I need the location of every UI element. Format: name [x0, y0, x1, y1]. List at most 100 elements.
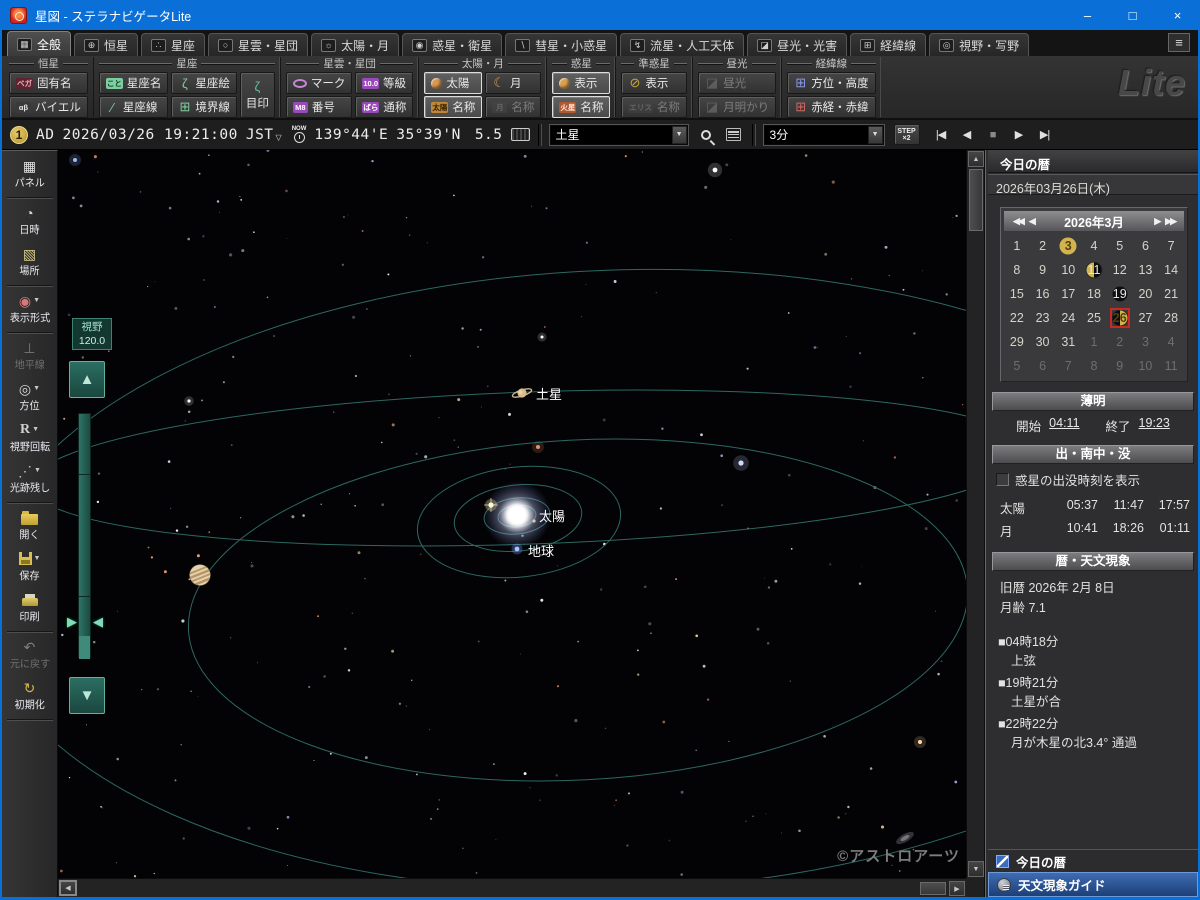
calendar-day-5[interactable]: 5: [1004, 354, 1030, 378]
tab-流星・人工天体[interactable]: ↯流星・人工天体: [620, 33, 744, 56]
horizontal-scrollbar[interactable]: ◀ ▶: [58, 878, 966, 897]
skip-end-button[interactable]: ▶|: [1034, 124, 1056, 145]
toolbar-button-星雲・星団-マーク[interactable]: マーク: [286, 72, 353, 94]
calendar-day-25[interactable]: 25: [1081, 306, 1107, 330]
vertical-scrollbar[interactable]: ▲ ▼: [966, 150, 984, 878]
step-multiplier-button[interactable]: STEP ×2: [894, 124, 920, 145]
scroll-right-button[interactable]: ▶: [949, 881, 965, 896]
longitude-value[interactable]: 139°44'E: [314, 127, 388, 143]
sidebar-item-開く[interactable]: 開く: [2, 506, 57, 547]
calendar-day-4[interactable]: 4: [1081, 234, 1107, 258]
prev-month-button[interactable]: ◀: [1026, 216, 1037, 227]
calendar-day-2[interactable]: 2: [1030, 234, 1056, 258]
toolbar-button-太陽・月-名称[interactable]: 太陽名称: [424, 96, 482, 118]
next-year-button[interactable]: ▶▶: [1162, 216, 1178, 227]
sidebar-item-場所[interactable]: ▧場所: [2, 242, 57, 283]
toolbar-button-星座-星座絵[interactable]: ζ星座絵: [171, 72, 237, 94]
now-button[interactable]: NOW: [292, 126, 307, 143]
scroll-up-button[interactable]: ▲: [968, 151, 984, 167]
calendar-day-1[interactable]: 1: [1081, 330, 1107, 354]
calendar-day-23[interactable]: 23: [1030, 306, 1056, 330]
close-button[interactable]: ×: [1155, 0, 1200, 30]
datetime-value[interactable]: 2026/03/26 19:21:00: [62, 127, 237, 143]
target-object-select[interactable]: 土星 ▼: [550, 125, 688, 145]
calendar-day-10[interactable]: 10: [1055, 258, 1081, 282]
calendar-day-30[interactable]: 30: [1030, 330, 1056, 354]
calendar-day-20[interactable]: 20: [1133, 282, 1159, 306]
calendar-day-4[interactable]: 4: [1158, 330, 1184, 354]
calendar-day-17[interactable]: 17: [1055, 282, 1081, 306]
toolbar-button-経緯線-方位・高度[interactable]: ⊞方位・高度: [787, 72, 876, 94]
tab-星座[interactable]: ∴星座: [141, 33, 205, 56]
chevron-down-icon[interactable]: ▼: [34, 555, 41, 562]
calendar-day-11[interactable]: 11: [1158, 354, 1184, 378]
twilight-start-time[interactable]: 04:11: [1049, 416, 1079, 435]
fov-slider-handle[interactable]: ▶ ◀: [67, 613, 103, 631]
calendar-day-3[interactable]: 3: [1055, 234, 1081, 258]
calendar-day-7[interactable]: 7: [1158, 234, 1184, 258]
calendar-day-14[interactable]: 14: [1158, 258, 1184, 282]
zoom-out-button[interactable]: ▼: [69, 677, 105, 714]
calendar-day-13[interactable]: 13: [1133, 258, 1159, 282]
calendar-day-10[interactable]: 10: [1133, 354, 1159, 378]
sidebar-item-日時[interactable]: ◔日時: [2, 201, 57, 242]
chevron-down-icon[interactable]: ▼: [33, 385, 40, 392]
sidebar-item-初期化[interactable]: ↻初期化: [2, 676, 57, 717]
calendar-day-31[interactable]: 31: [1055, 330, 1081, 354]
show-planet-riseset-checkbox[interactable]: [996, 473, 1009, 486]
magnitude-limit-value[interactable]: 5.5: [475, 127, 503, 143]
toolbar-button-星雲・星団-等級[interactable]: 10.0等級: [355, 72, 413, 94]
calendar-day-29[interactable]: 29: [1004, 330, 1030, 354]
calendar-day-7[interactable]: 7: [1055, 354, 1081, 378]
chevron-down-icon[interactable]: ▼: [32, 426, 39, 433]
calendar-day-18[interactable]: 18: [1081, 282, 1107, 306]
calendar-day-19[interactable]: 19: [1107, 282, 1133, 306]
toolbar-button-惑星-名称[interactable]: 火星名称: [552, 96, 610, 118]
chevron-down-icon[interactable]: ▼: [672, 126, 687, 144]
calendar-day-16[interactable]: 16: [1030, 282, 1056, 306]
chevron-down-icon[interactable]: ▼: [868, 126, 883, 144]
zoom-in-button[interactable]: ▲: [69, 361, 105, 398]
toolbar-button-惑星-表示[interactable]: 表示: [552, 72, 610, 94]
tab-彗星・小惑星[interactable]: ∖彗星・小惑星: [505, 33, 617, 56]
latitude-value[interactable]: 35°39'N: [396, 127, 461, 143]
panel-selector-天文現象ガイド[interactable]: 天文現象ガイド: [988, 872, 1198, 897]
sidebar-item-保存[interactable]: ▼保存: [2, 547, 57, 588]
toolbar-button-星座-境界線[interactable]: ⊞境界線: [171, 96, 237, 118]
calendar-day-11[interactable]: 11: [1081, 258, 1107, 282]
step-back-button[interactable]: ◀: [956, 124, 978, 145]
toolbar-button-準惑星-表示[interactable]: ⊘表示: [621, 72, 687, 94]
toolbar-button-恒星-固有名[interactable]: ベガ固有名: [9, 72, 88, 94]
calendar-day-3[interactable]: 3: [1133, 330, 1159, 354]
calendar-day-9[interactable]: 9: [1030, 258, 1056, 282]
calendar-day-21[interactable]: 21: [1158, 282, 1184, 306]
tab-経緯線[interactable]: ⊞経緯線: [850, 33, 926, 56]
tab-恒星[interactable]: ⊕恒星: [74, 33, 138, 56]
sidebar-item-光跡残し[interactable]: ⋰▼光跡残し: [2, 459, 57, 500]
toolbar-button-経緯線-赤経・赤緯[interactable]: ⊞赤経・赤緯: [787, 96, 876, 118]
maximize-button[interactable]: □: [1110, 0, 1155, 30]
calendar-day-6[interactable]: 6: [1030, 354, 1056, 378]
calendar-day-6[interactable]: 6: [1133, 234, 1159, 258]
stop-button[interactable]: ■: [982, 124, 1004, 145]
tab-太陽・月[interactable]: ☼太陽・月: [311, 33, 399, 56]
calendar-day-1[interactable]: 1: [1004, 234, 1030, 258]
calendar-day-24[interactable]: 24: [1055, 306, 1081, 330]
calendar-day-2[interactable]: 2: [1107, 330, 1133, 354]
calendar-day-28[interactable]: 28: [1158, 306, 1184, 330]
horizontal-scroll-thumb[interactable]: [920, 882, 946, 895]
sidebar-item-視野回転[interactable]: R▼視野回転: [2, 418, 57, 459]
tab-全般[interactable]: ▦全般: [7, 31, 71, 56]
calendar-day-12[interactable]: 12: [1107, 258, 1133, 282]
sidebar-item-表示形式[interactable]: ◉▼表示形式: [2, 289, 57, 330]
tab-星雲・星団[interactable]: ○星雲・星団: [208, 33, 308, 56]
twilight-end-time[interactable]: 19:23: [1139, 416, 1170, 435]
tab-overflow-menu-button[interactable]: ≡: [1168, 33, 1190, 52]
scroll-down-button[interactable]: ▼: [968, 861, 984, 877]
calendar-day-27[interactable]: 27: [1133, 306, 1159, 330]
star-chart[interactable]: 土星太陽地球 視野 120.0 ▲ ▶ ◀ ▼ ©アストロアーツ: [58, 150, 966, 878]
play-button[interactable]: ▶: [1008, 124, 1030, 145]
skip-start-button[interactable]: |◀: [930, 124, 952, 145]
calendar-day-22[interactable]: 22: [1004, 306, 1030, 330]
calendar-day-5[interactable]: 5: [1107, 234, 1133, 258]
